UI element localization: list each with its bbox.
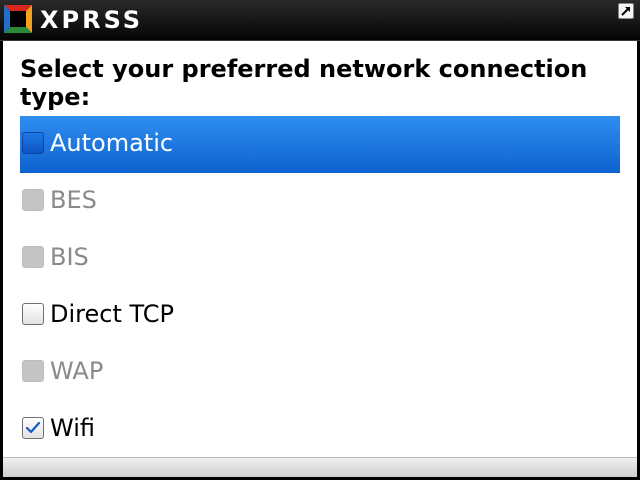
option-label-bes: BES: [50, 186, 97, 214]
option-wap: WAP: [20, 344, 620, 401]
checkmark-icon: [25, 421, 41, 434]
app-brand: XPRSS: [40, 6, 144, 34]
option-label-direct-tcp: Direct TCP: [50, 300, 174, 328]
xprss-logo-icon: [4, 5, 32, 33]
resize-arrow-icon[interactable]: [618, 3, 634, 19]
checkbox-automatic[interactable]: [22, 132, 44, 154]
option-label-wap: WAP: [50, 357, 104, 385]
checkbox-bis: [22, 246, 44, 268]
option-label-wifi: Wifi: [50, 414, 95, 442]
bottom-bar: [3, 457, 637, 477]
checkbox-wifi[interactable]: [22, 417, 44, 439]
dialog-heading: Select your preferred network connection…: [20, 55, 588, 111]
option-wifi[interactable]: Wifi: [20, 401, 620, 458]
checkbox-direct-tcp[interactable]: [22, 303, 44, 325]
checkbox-bes: [22, 189, 44, 211]
app-screen: XPRSS Select your preferred network conn…: [0, 0, 640, 480]
option-label-bis: BIS: [50, 243, 89, 271]
checkbox-wap: [22, 360, 44, 382]
option-bes: BES: [20, 173, 620, 230]
connection-dialog: Select your preferred network connection…: [3, 41, 637, 457]
option-label-automatic: Automatic: [50, 129, 174, 157]
option-bis: BIS: [20, 230, 620, 287]
title-bar: XPRSS: [0, 0, 640, 41]
option-automatic[interactable]: Automatic: [20, 116, 620, 173]
option-direct-tcp[interactable]: Direct TCP: [20, 287, 620, 344]
